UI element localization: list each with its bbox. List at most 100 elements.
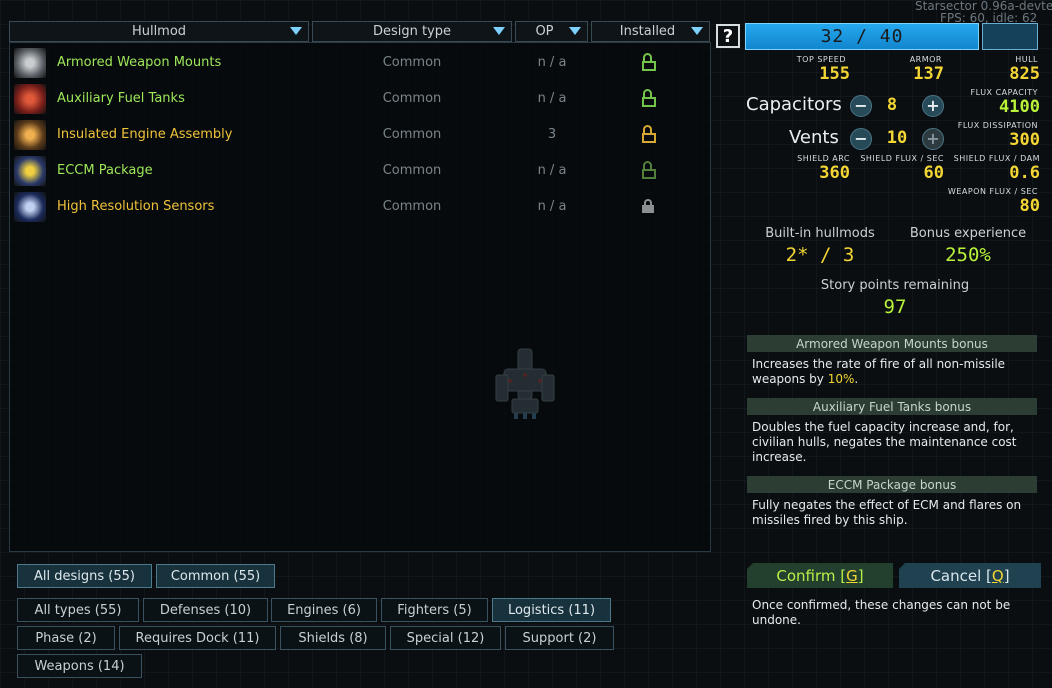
unlocked-icon[interactable] [642, 125, 658, 143]
hullmod-op-cost: n / a [537, 91, 567, 106]
weapon-flux-label: WEAPON FLUX / SEC [947, 187, 1038, 196]
chevron-down-icon [569, 27, 581, 35]
padlock-body [642, 61, 656, 71]
version-text: Starsector 0.96a-devte [915, 0, 1052, 12]
hullmod-op-cost: 3 [547, 127, 557, 142]
bonus-text-eccm-package: Fully negates the effect of ECM and flar… [752, 498, 1022, 527]
filter-special[interactable]: Special (12) [390, 626, 501, 650]
hullmod-op-cost: n / a [537, 55, 567, 70]
confirm-warning-text: Once confirmed, these changes can not be… [752, 598, 1011, 627]
flux-dissipation-label: FLUX DISSIPATION [957, 121, 1038, 130]
chevron-down-icon [691, 27, 703, 35]
bonus-text-armored-weapon-mounts: Increases the rate of fire of all non-mi… [752, 357, 1006, 386]
capacitors-minus-button[interactable]: − [850, 95, 872, 117]
hullmod-name: ECCM Package [57, 163, 153, 178]
filter-all-designs[interactable]: All designs (55) [17, 564, 152, 588]
lock-icon[interactable] [642, 197, 658, 215]
col-header-design-type[interactable]: Design type [312, 21, 512, 42]
eccm-icon [14, 156, 46, 186]
padlock-body [642, 169, 656, 179]
capacitors-label: Capacitors [746, 94, 842, 115]
vents-value: 10 [886, 128, 908, 148]
sensor-icon [14, 192, 46, 222]
vents-plus-button[interactable]: + [922, 128, 944, 150]
hullmod-row[interactable]: ECCM Package Common n / a [12, 154, 702, 188]
chevron-down-icon [290, 27, 302, 35]
hullmod-row[interactable]: Auxiliary Fuel Tanks Common n / a [12, 82, 702, 116]
weapon-flux-value: 80 [1019, 196, 1040, 216]
unlocked-icon[interactable] [642, 53, 658, 71]
hullmod-name: Armored Weapon Mounts [57, 55, 222, 70]
bonus-header-armored-weapon-mounts: Armored Weapon Mounts bonus [747, 335, 1037, 352]
col-header-hullmod[interactable]: Hullmod [9, 21, 309, 42]
padlock-body [642, 97, 656, 107]
bonus-text-auxiliary-fuel-tanks: Doubles the fuel capacity increase and, … [752, 420, 1017, 464]
armor-mount-icon [14, 48, 46, 78]
filter-defenses[interactable]: Defenses (10) [143, 598, 268, 622]
flux-dissipation-value: 300 [1009, 130, 1040, 150]
bonus-header-auxiliary-fuel-tanks: Auxiliary Fuel Tanks bonus [747, 398, 1037, 415]
shield-flux-sec-value: 60 [923, 163, 944, 183]
hullmod-design-type: Common [382, 199, 442, 214]
col-header-op[interactable]: OP [515, 21, 588, 42]
filter-shields[interactable]: Shields (8) [280, 626, 386, 650]
padlock-shape [642, 125, 656, 143]
padlock-shape [642, 89, 656, 107]
hullmod-row[interactable]: Armored Weapon Mounts Common n / a [12, 46, 702, 80]
ship-preview-icon [495, 348, 555, 419]
cancel-button[interactable]: Cancel [Q] [899, 563, 1041, 588]
engine-icon [14, 120, 46, 150]
builtin-hullmods-label: Built-in hullmods [765, 226, 875, 241]
unlocked-icon[interactable] [642, 161, 658, 179]
vents-minus-button[interactable]: − [850, 128, 872, 150]
padlock-shape [642, 53, 656, 71]
hullmod-design-type: Common [382, 55, 442, 70]
bonus-header-eccm-package: ECCM Package bonus [747, 476, 1037, 493]
hullmod-design-type: Common [382, 91, 442, 106]
hullmod-row[interactable]: Insulated Engine Assembly Common 3 [12, 118, 702, 152]
ordnance-points-bar: 32 / 40 [745, 23, 979, 50]
hullmod-name: Auxiliary Fuel Tanks [57, 91, 185, 106]
chevron-down-icon [493, 27, 505, 35]
top-speed-value: 155 [819, 64, 850, 84]
armor-label: ARMOR [909, 55, 942, 64]
hullmod-op-cost: n / a [537, 163, 567, 178]
story-points-value: 97 [883, 296, 907, 318]
hullmod-design-type: Common [382, 127, 442, 142]
filter-all-types[interactable]: All types (55) [17, 598, 139, 622]
unlocked-icon[interactable] [642, 89, 658, 107]
ordnance-bar-remainder [982, 23, 1038, 50]
hullmod-row[interactable]: High Resolution Sensors Common n / a [12, 190, 702, 224]
filter-logistics[interactable]: Logistics (11) [492, 598, 611, 622]
filter-fighters[interactable]: Fighters (5) [381, 598, 488, 622]
capacitors-value: 8 [886, 95, 898, 115]
filter-requires-dock[interactable]: Requires Dock (11) [119, 626, 276, 650]
shield-flux-dam-value: 0.6 [1009, 163, 1040, 183]
vents-label: Vents [789, 127, 839, 148]
filter-phase[interactable]: Phase (2) [17, 626, 115, 650]
hullmod-name: Insulated Engine Assembly [57, 127, 233, 142]
filter-common[interactable]: Common (55) [156, 564, 275, 588]
capacitors-plus-button[interactable]: + [922, 95, 944, 117]
hullmod-name: High Resolution Sensors [57, 199, 215, 214]
armor-value: 137 [913, 64, 944, 84]
top-speed-label: TOP SPEED [796, 55, 846, 64]
story-points-label: Story points remaining [820, 278, 970, 293]
help-button[interactable]: ? [716, 24, 740, 48]
shield-flux-sec-label: SHIELD FLUX / SEC [860, 154, 944, 163]
padlock-body [642, 205, 654, 213]
hull-value: 825 [1009, 64, 1040, 84]
shield-arc-label: SHIELD ARC [797, 154, 850, 163]
filter-weapons[interactable]: Weapons (14) [17, 654, 142, 678]
builtin-hullmods-value: 2* / 3 [785, 244, 855, 266]
filter-engines[interactable]: Engines (6) [271, 598, 377, 622]
confirm-button[interactable]: Confirm [G] [747, 563, 893, 588]
bonus-experience-value: 250% [945, 244, 991, 266]
filter-support[interactable]: Support (2) [505, 626, 614, 650]
bonus-experience-label: Bonus experience [909, 226, 1027, 241]
fuel-tank-icon [14, 84, 46, 114]
padlock-shape [642, 161, 656, 179]
flux-capacity-value: 4100 [999, 97, 1040, 117]
col-header-installed[interactable]: Installed [591, 21, 710, 42]
shield-arc-value: 360 [819, 163, 850, 183]
